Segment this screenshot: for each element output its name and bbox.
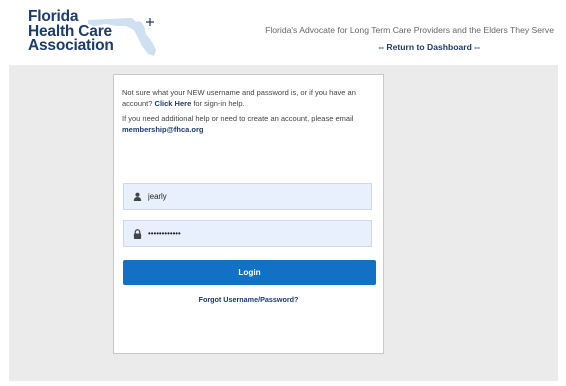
username-input[interactable] (148, 188, 348, 205)
help-text: Not sure what your NEW username and pass… (122, 88, 380, 140)
login-button[interactable]: Login (123, 260, 376, 285)
help-paragraph-2: If you need additional help or need to c… (122, 114, 380, 135)
help-text-email-prefix: If you need additional help or need to c… (122, 114, 354, 123)
return-to-dashboard-link[interactable]: -- Return to Dashboard -- (378, 42, 480, 52)
login-card: Not sure what your NEW username and pass… (113, 74, 384, 354)
password-input[interactable] (148, 225, 348, 242)
membership-email-link[interactable]: membership@fhca.org (122, 125, 204, 134)
forgot-credentials-link[interactable]: Forgot Username/Password? (114, 295, 383, 304)
login-page: Florida Health Care Association Florida'… (0, 0, 566, 386)
lock-icon (132, 228, 142, 239)
return-to-dashboard-label: -- Return to Dashboard -- (378, 42, 480, 52)
fhca-logo[interactable]: Florida Health Care Association (28, 9, 156, 60)
password-field[interactable] (123, 220, 372, 247)
logo-text: Florida Health Care Association (28, 9, 114, 54)
user-icon (132, 192, 142, 202)
logo-line-3: Association (28, 37, 114, 54)
click-here-link[interactable]: Click Here (155, 99, 192, 108)
help-text-suffix: for sign-in help. (193, 98, 245, 108)
username-field[interactable] (123, 183, 372, 210)
tagline: Florida's Advocate for Long Term Care Pr… (265, 25, 554, 35)
help-paragraph-1: Not sure what your NEW username and pass… (122, 88, 380, 109)
